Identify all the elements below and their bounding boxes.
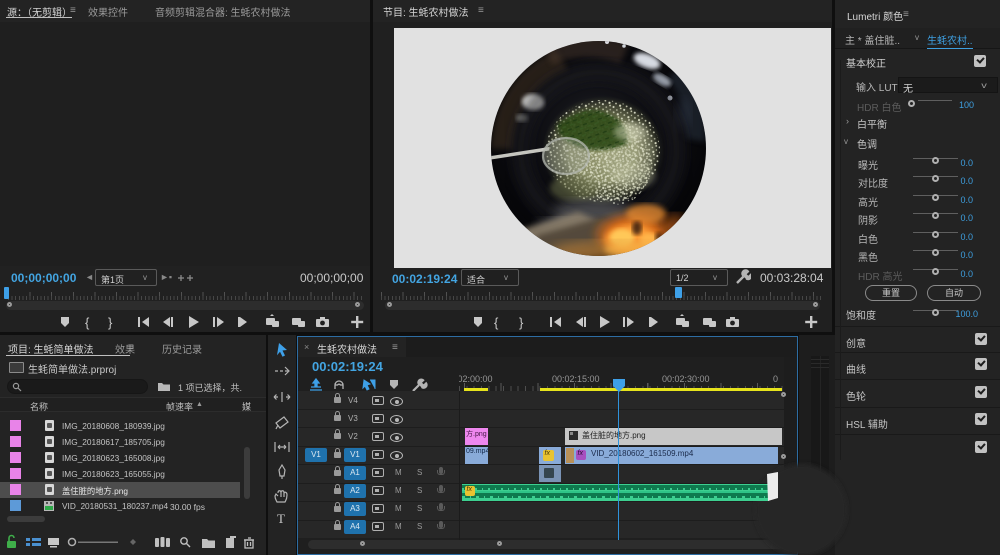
svg-text:}: } xyxy=(108,315,113,330)
svg-text:{: { xyxy=(494,315,499,330)
svg-text:T: T xyxy=(277,511,285,526)
svg-text:}: } xyxy=(519,315,524,330)
svg-text:{: { xyxy=(85,315,90,330)
